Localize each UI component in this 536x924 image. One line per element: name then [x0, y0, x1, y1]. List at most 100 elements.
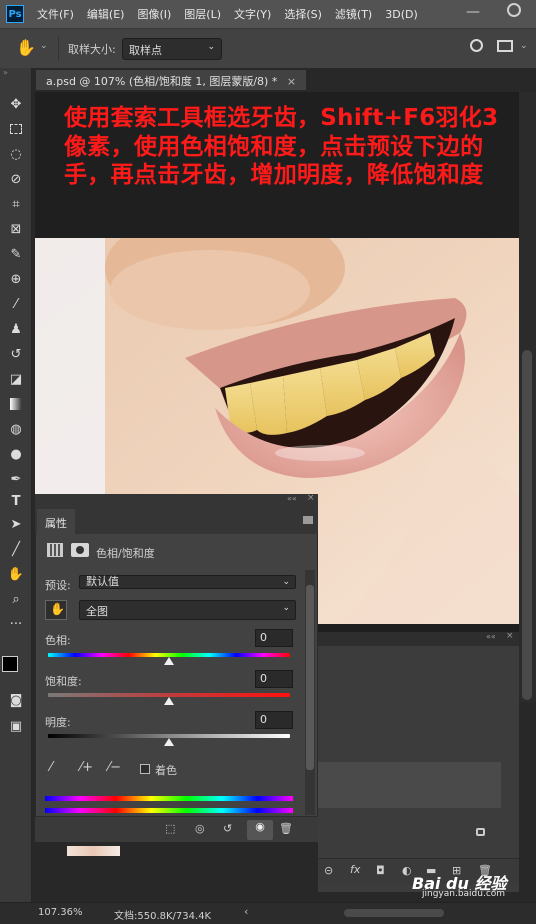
- gradient-tool-icon[interactable]: [6, 394, 26, 414]
- preset-select[interactable]: 默认值 ⌄: [79, 575, 296, 589]
- trash-icon[interactable]: 🗑: [279, 822, 293, 835]
- clip-to-layer-icon[interactable]: ⬚: [165, 822, 175, 835]
- tutorial-caption: 使用套索工具框选牙齿，Shift+F6羽化3像素，使用色相饱和度，点击预设下边的…: [64, 105, 499, 188]
- frame-tool-icon[interactable]: ⊠: [6, 219, 26, 239]
- sample-size-value: 取样点: [129, 44, 162, 57]
- properties-footer: ⬚ ◎ ↺ ◉ 🗑: [35, 816, 318, 842]
- more-tools-icon[interactable]: ···: [6, 614, 26, 634]
- watermark-url: jingyan.baidu.com: [422, 889, 506, 899]
- preset-value: 默认值: [86, 575, 119, 588]
- options-bar: ✋ ⌄ 取样大小: 取样点 ⌄ ⌄: [0, 28, 536, 68]
- collapse-icon[interactable]: ««: [486, 632, 496, 641]
- dodge-tool-icon[interactable]: ●: [6, 444, 26, 464]
- sample-size-label: 取样大小:: [68, 43, 116, 56]
- adjustment-icon[interactable]: [47, 543, 63, 557]
- sample-size-select[interactable]: 取样点 ⌄: [122, 38, 222, 60]
- lightness-input[interactable]: 0: [255, 711, 293, 729]
- saturation-slider-knob[interactable]: [164, 697, 174, 705]
- hue-slider-knob[interactable]: [164, 657, 174, 665]
- lightness-slider-knob[interactable]: [164, 738, 174, 746]
- color-bar-top: [45, 796, 293, 801]
- visibility-eye-icon[interactable]: ◉: [247, 820, 273, 840]
- brush-tool-icon[interactable]: ⁄: [6, 294, 26, 314]
- horizontal-scrollbar-thumb[interactable]: [344, 909, 444, 917]
- saturation-input[interactable]: 0: [255, 670, 293, 688]
- menu-select[interactable]: 选择(S): [284, 6, 322, 22]
- status-bar: 107.36% 文档:550.8K/734.4K ‹: [0, 902, 536, 924]
- chevron-down-icon[interactable]: ⌄: [520, 41, 528, 51]
- crop-tool-icon[interactable]: ⌗: [6, 194, 26, 214]
- eyedropper-icon[interactable]: ⁄: [50, 760, 52, 775]
- collapse-icon[interactable]: »: [3, 68, 8, 77]
- history-brush-icon[interactable]: ↺: [6, 344, 26, 364]
- channel-select[interactable]: 全图 ⌄: [79, 600, 296, 620]
- type-tool-icon[interactable]: T: [6, 491, 26, 511]
- adjustment-name: 色相/饱和度: [96, 547, 155, 560]
- saturation-label: 饱和度:: [45, 675, 82, 688]
- zoom-tool-icon[interactable]: ⌕: [6, 589, 26, 609]
- hue-label: 色相:: [45, 634, 71, 647]
- hand-tool-icon[interactable]: ✋: [6, 564, 26, 584]
- divider: [58, 37, 59, 61]
- pen-tool-icon[interactable]: ✒: [6, 469, 26, 489]
- marquee-tool-icon[interactable]: [6, 119, 26, 139]
- path-select-icon[interactable]: ➤: [6, 514, 26, 534]
- link-layers-icon[interactable]: ⊝: [324, 864, 333, 877]
- menu-3d[interactable]: 3D(D): [385, 8, 418, 21]
- add-mask-icon[interactable]: ◘: [376, 864, 385, 877]
- search-icon[interactable]: [470, 39, 483, 52]
- document-tab[interactable]: a.psd @ 107% (色相/饱和度 1, 图层蒙版/8) * ×: [36, 70, 307, 90]
- layer-thumbnail[interactable]: [67, 846, 120, 856]
- lasso-tool-icon[interactable]: ◌: [6, 144, 26, 164]
- menu-filter[interactable]: 滤镜(T): [335, 6, 372, 22]
- layers-panel-header: «« ×: [318, 631, 519, 646]
- close-panel-icon[interactable]: ×: [307, 493, 315, 503]
- properties-scrollbar-thumb[interactable]: [306, 585, 314, 770]
- scrollbar-thumb[interactable]: [522, 350, 532, 700]
- properties-panel-topbar: «« ×: [35, 493, 318, 508]
- chevron-down-icon[interactable]: ⌄: [40, 41, 48, 51]
- menu-image[interactable]: 图像(I): [137, 6, 171, 22]
- tab-properties[interactable]: 属性: [37, 509, 75, 534]
- close-tab-icon[interactable]: ×: [287, 75, 296, 88]
- close-panel-icon[interactable]: ×: [506, 631, 514, 641]
- healing-brush-icon[interactable]: ⊕: [6, 269, 26, 289]
- close-icon[interactable]: [507, 3, 521, 17]
- colorize-checkbox[interactable]: [140, 764, 150, 774]
- zoom-level[interactable]: 107.36%: [38, 907, 83, 918]
- lock-icon[interactable]: [476, 828, 485, 836]
- chevron-left-icon[interactable]: ‹: [244, 905, 248, 918]
- stamp-tool-icon[interactable]: ♟: [6, 319, 26, 339]
- line-tool-icon[interactable]: ╱: [6, 539, 26, 559]
- menu-file[interactable]: 文件(F): [37, 6, 74, 22]
- minimize-icon[interactable]: —: [466, 4, 480, 20]
- workspace-icon[interactable]: [497, 40, 513, 52]
- chevron-down-icon: ⌄: [207, 42, 215, 52]
- eyedropper-tool-icon[interactable]: ✎: [6, 244, 26, 264]
- move-tool-icon[interactable]: ✥: [6, 94, 26, 114]
- photoshop-logo: Ps: [6, 5, 24, 23]
- view-previous-icon[interactable]: ◎: [195, 822, 205, 835]
- fx-icon[interactable]: fx: [350, 863, 360, 876]
- targeted-adjustment-hand-button[interactable]: ✋: [45, 600, 67, 620]
- menu-layer[interactable]: 图层(L): [184, 6, 221, 22]
- mask-icon[interactable]: [71, 543, 89, 557]
- eraser-tool-icon[interactable]: ◪: [6, 369, 26, 389]
- panel-menu-icon[interactable]: [303, 516, 313, 524]
- eyedropper-plus-icon[interactable]: ⁄+: [80, 760, 93, 775]
- menu-type[interactable]: 文字(Y): [234, 6, 271, 22]
- eyedropper-minus-icon[interactable]: ⁄−: [108, 760, 121, 775]
- collapse-icon[interactable]: ««: [287, 494, 297, 503]
- reset-icon[interactable]: ↺: [223, 822, 232, 835]
- hue-input[interactable]: 0: [255, 629, 293, 647]
- menu-edit[interactable]: 编辑(E): [87, 6, 125, 22]
- adjustment-layer-icon[interactable]: ◐: [402, 864, 412, 877]
- quick-select-tool-icon[interactable]: ⊘: [6, 169, 26, 189]
- color-bar-bottom: [45, 808, 293, 813]
- foreground-color-swatch[interactable]: [2, 656, 18, 672]
- screen-mode-icon[interactable]: ▣: [6, 716, 26, 736]
- layer-row-selected[interactable]: [318, 762, 501, 808]
- quick-mask-icon[interactable]: ◙: [6, 690, 26, 710]
- hand-tool-icon[interactable]: ✋: [16, 38, 36, 57]
- blur-tool-icon[interactable]: ◍: [6, 419, 26, 439]
